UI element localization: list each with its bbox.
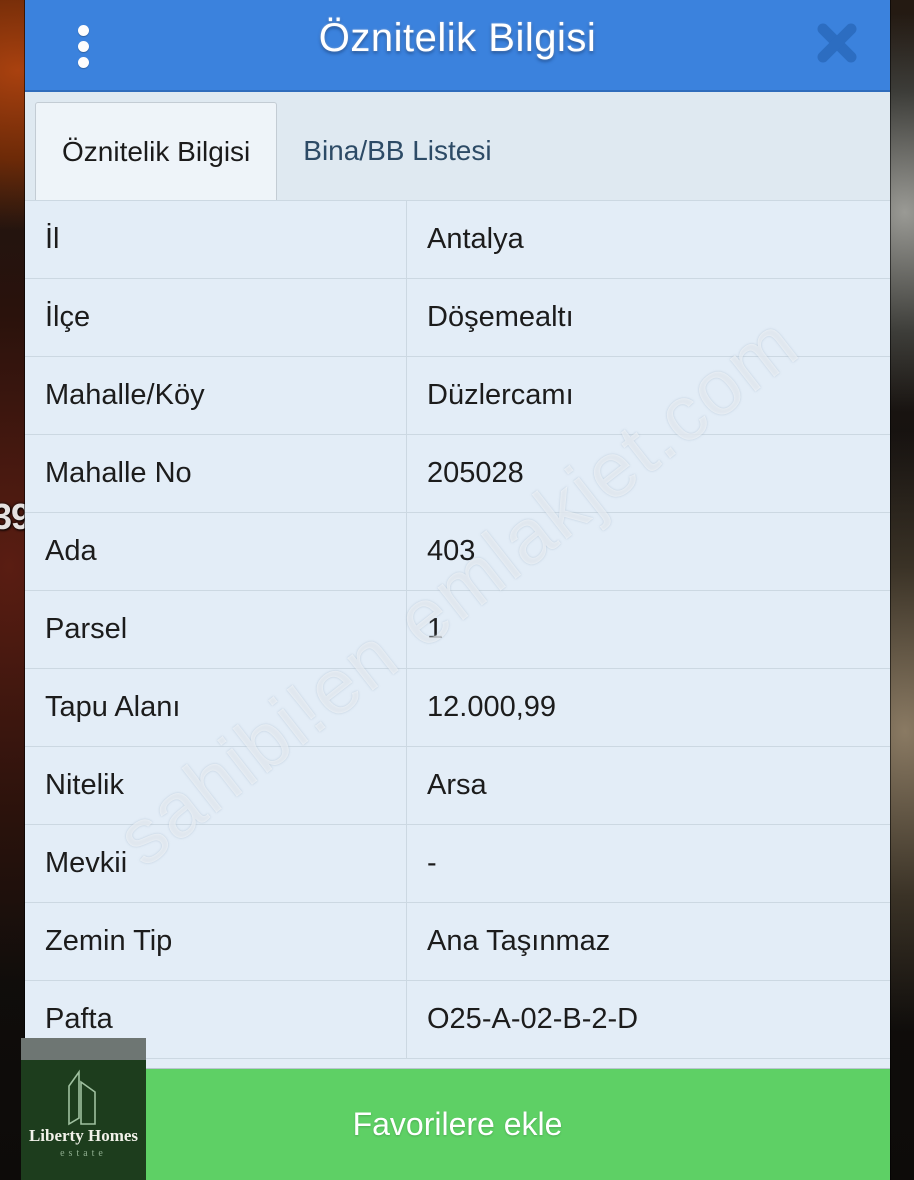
- attribute-table: İl Antalya İlçe Döşemealtı Mahalle/Köy D…: [25, 200, 890, 1068]
- tab-bina-bb-listesi[interactable]: Bina/BB Listesi: [277, 102, 517, 200]
- table-row: Mahalle/Köy Düzlercamı: [25, 357, 890, 435]
- table-row: Ada 403: [25, 513, 890, 591]
- row-value: Düzlercamı: [407, 357, 890, 434]
- row-label: Zemin Tip: [25, 903, 407, 980]
- row-value: -: [407, 825, 890, 902]
- row-value: O25-A-02-B-2-D: [407, 981, 890, 1058]
- row-label: İlçe: [25, 279, 407, 356]
- tab-label: Öznitelik Bilgisi: [62, 136, 251, 167]
- tab-label: Bina/BB Listesi: [303, 135, 492, 166]
- table-row: Mevkii -: [25, 825, 890, 903]
- row-label: İl: [25, 201, 407, 278]
- row-label: Mahalle No: [25, 435, 407, 512]
- row-value: 1: [407, 591, 890, 668]
- dialog-title: Öznitelik Bilgisi: [318, 16, 597, 60]
- row-value: 12.000,99: [407, 669, 890, 746]
- row-value: Arsa: [407, 747, 890, 824]
- attribute-info-dialog: Öznitelik Bilgisi Öznitelik Bilgisi Bina…: [25, 0, 890, 1180]
- agency-name: Liberty Homes: [28, 1126, 139, 1145]
- add-to-favorites-button[interactable]: Favorilere ekle: [25, 1068, 890, 1180]
- row-value: Ana Taşınmaz: [407, 903, 890, 980]
- add-to-favorites-label: Favorilere ekle: [352, 1106, 563, 1142]
- table-row: Pafta O25-A-02-B-2-D: [25, 981, 890, 1059]
- table-row: Tapu Alanı 12.000,99: [25, 669, 890, 747]
- table-row: Mahalle No 205028: [25, 435, 890, 513]
- building-outline-icon: [68, 1069, 96, 1126]
- row-label: Tapu Alanı: [25, 669, 407, 746]
- row-label: Nitelik: [25, 747, 407, 824]
- dialog-titlebar: Öznitelik Bilgisi: [25, 0, 890, 92]
- row-label: Parsel: [25, 591, 407, 668]
- table-row: Parsel 1: [25, 591, 890, 669]
- row-value: Döşemealtı: [407, 279, 890, 356]
- tab-oznitelik-bilgisi[interactable]: Öznitelik Bilgisi: [35, 102, 278, 201]
- table-row: Zemin Tip Ana Taşınmaz: [25, 903, 890, 981]
- dialog-tabbar: Öznitelik Bilgisi Bina/BB Listesi: [25, 92, 890, 201]
- logo-badge-body: Liberty Homes estate: [21, 1060, 146, 1180]
- row-value: Antalya: [407, 201, 890, 278]
- row-value: 403: [407, 513, 890, 590]
- table-row: İlçe Döşemealtı: [25, 279, 890, 357]
- close-icon[interactable]: [810, 16, 864, 70]
- agency-subtitle: estate: [60, 1148, 107, 1159]
- table-row: Nitelik Arsa: [25, 747, 890, 825]
- agency-logo-badge: Liberty Homes estate: [21, 1038, 146, 1180]
- row-label: Mahalle/Köy: [25, 357, 407, 434]
- row-value: 205028: [407, 435, 890, 512]
- row-label: Ada: [25, 513, 407, 590]
- row-label: Mevkii: [25, 825, 407, 902]
- logo-badge-cap: [21, 1038, 146, 1060]
- table-row: İl Antalya: [25, 201, 890, 279]
